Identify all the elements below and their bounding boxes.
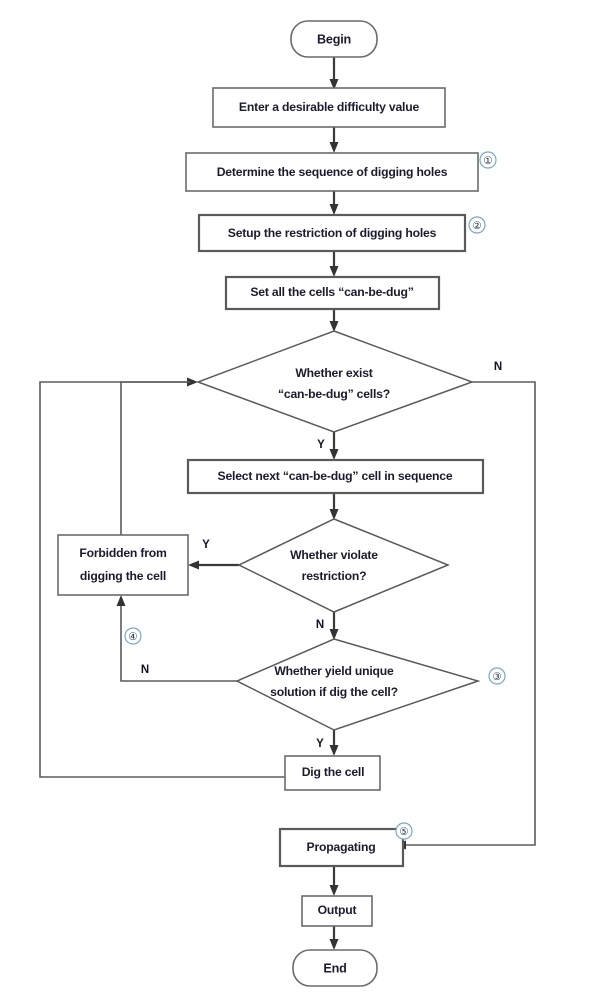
output-label: Output <box>318 903 357 917</box>
determine-sequence-label: Determine the sequence of digging holes <box>217 165 448 179</box>
propagating-label: Propagating <box>307 840 376 854</box>
branch-label-unique-yes: Y <box>316 738 324 750</box>
branch-label-exist-yes: Y <box>317 439 325 451</box>
node-set-can-be-dug[interactable]: Set all the cells “can-be-dug” <box>224 275 441 311</box>
whether-unique-label-line1: Whether yield unique <box>274 664 394 678</box>
arrow-propagating-to-output <box>329 885 339 896</box>
node-enter-difficulty[interactable]: Enter a desirable difficulty value <box>212 87 446 128</box>
node-propagating[interactable]: Propagating <box>278 827 405 868</box>
whether-violate-label-line1: Whether violate <box>290 548 378 562</box>
setup-restriction-label: Setup the restriction of digging holes <box>228 226 437 240</box>
select-next-label: Select next “can-be-dug” cell in sequenc… <box>218 469 453 483</box>
whether-exist-shape <box>195 330 475 433</box>
set-can-be-dug-label: Set all the cells “can-be-dug” <box>250 285 413 299</box>
marker-2-label: ② <box>472 220 482 232</box>
edge-exist-no-to-propagating <box>403 381 536 846</box>
arrow-violate-yes-to-forbidden <box>188 560 199 570</box>
branch-label-exist-no: N <box>494 361 502 373</box>
whether-violate-shape <box>237 518 450 613</box>
edge-forbidden-to-exist-loop <box>120 381 190 535</box>
whether-unique-label-line2: solution if dig the cell? <box>270 685 398 699</box>
forbidden-shape <box>57 534 189 596</box>
branch-label-violate-yes: Y <box>202 539 210 551</box>
marker-3-label: ③ <box>492 671 502 683</box>
whether-violate-label-line2: restriction? <box>302 569 367 583</box>
markers-layer: ① ② ③ ④ ⑤ <box>124 151 506 840</box>
marker-1-label: ① <box>483 155 493 167</box>
arrow-determine-to-setup <box>329 204 339 215</box>
marker-2: ② <box>468 216 486 234</box>
whether-exist-label-line2: “can-be-dug” cells? <box>278 387 390 401</box>
node-output[interactable]: Output <box>301 895 373 927</box>
marker-4-label: ④ <box>128 631 138 643</box>
node-begin[interactable]: Begin <box>290 20 378 58</box>
arrow-setup-to-setall <box>329 266 339 277</box>
node-whether-exist[interactable]: Whether exist “can-be-dug” cells? <box>195 330 475 433</box>
forbidden-label-line1: Forbidden from <box>79 546 167 560</box>
arrow-output-to-end <box>329 939 339 950</box>
node-select-next[interactable]: Select next “can-be-dug” cell in sequenc… <box>186 458 485 495</box>
node-determine-sequence[interactable]: Determine the sequence of digging holes <box>185 152 479 192</box>
marker-3: ③ <box>488 667 506 685</box>
arrow-exist-yes-to-select <box>329 449 339 460</box>
node-setup-restriction[interactable]: Setup the restriction of digging holes <box>197 213 467 253</box>
node-dig-the-cell[interactable]: Dig the cell <box>284 755 381 791</box>
flowchart-canvas: Begin Enter a desirable difficulty value… <box>0 0 603 1000</box>
node-end[interactable]: End <box>292 949 378 987</box>
enter-difficulty-label: Enter a desirable difficulty value <box>239 100 420 114</box>
flowchart-svg: Begin Enter a desirable difficulty value… <box>39 20 536 987</box>
node-whether-unique[interactable]: Whether yield unique solution if dig the… <box>235 638 481 731</box>
branch-label-unique-no: N <box>141 664 149 676</box>
marker-5-label: ⑤ <box>399 826 409 838</box>
arrow-unique-yes-to-dig <box>329 745 339 756</box>
begin-label: Begin <box>317 32 351 46</box>
arrow-unique-no-to-forbidden <box>116 595 126 606</box>
node-forbidden[interactable]: Forbidden from digging the cell <box>57 534 189 596</box>
node-whether-violate[interactable]: Whether violate restriction? <box>237 518 450 613</box>
end-label: End <box>323 961 346 975</box>
marker-5: ⑤ <box>395 822 413 840</box>
dig-the-cell-label: Dig the cell <box>302 765 365 779</box>
whether-exist-label-line1: Whether exist <box>295 366 372 380</box>
forbidden-label-line2: digging the cell <box>80 569 166 583</box>
arrow-enter-to-determine <box>329 142 339 153</box>
marker-1: ① <box>479 151 497 169</box>
marker-4: ④ <box>124 627 142 645</box>
branch-label-violate-no: N <box>316 619 324 631</box>
